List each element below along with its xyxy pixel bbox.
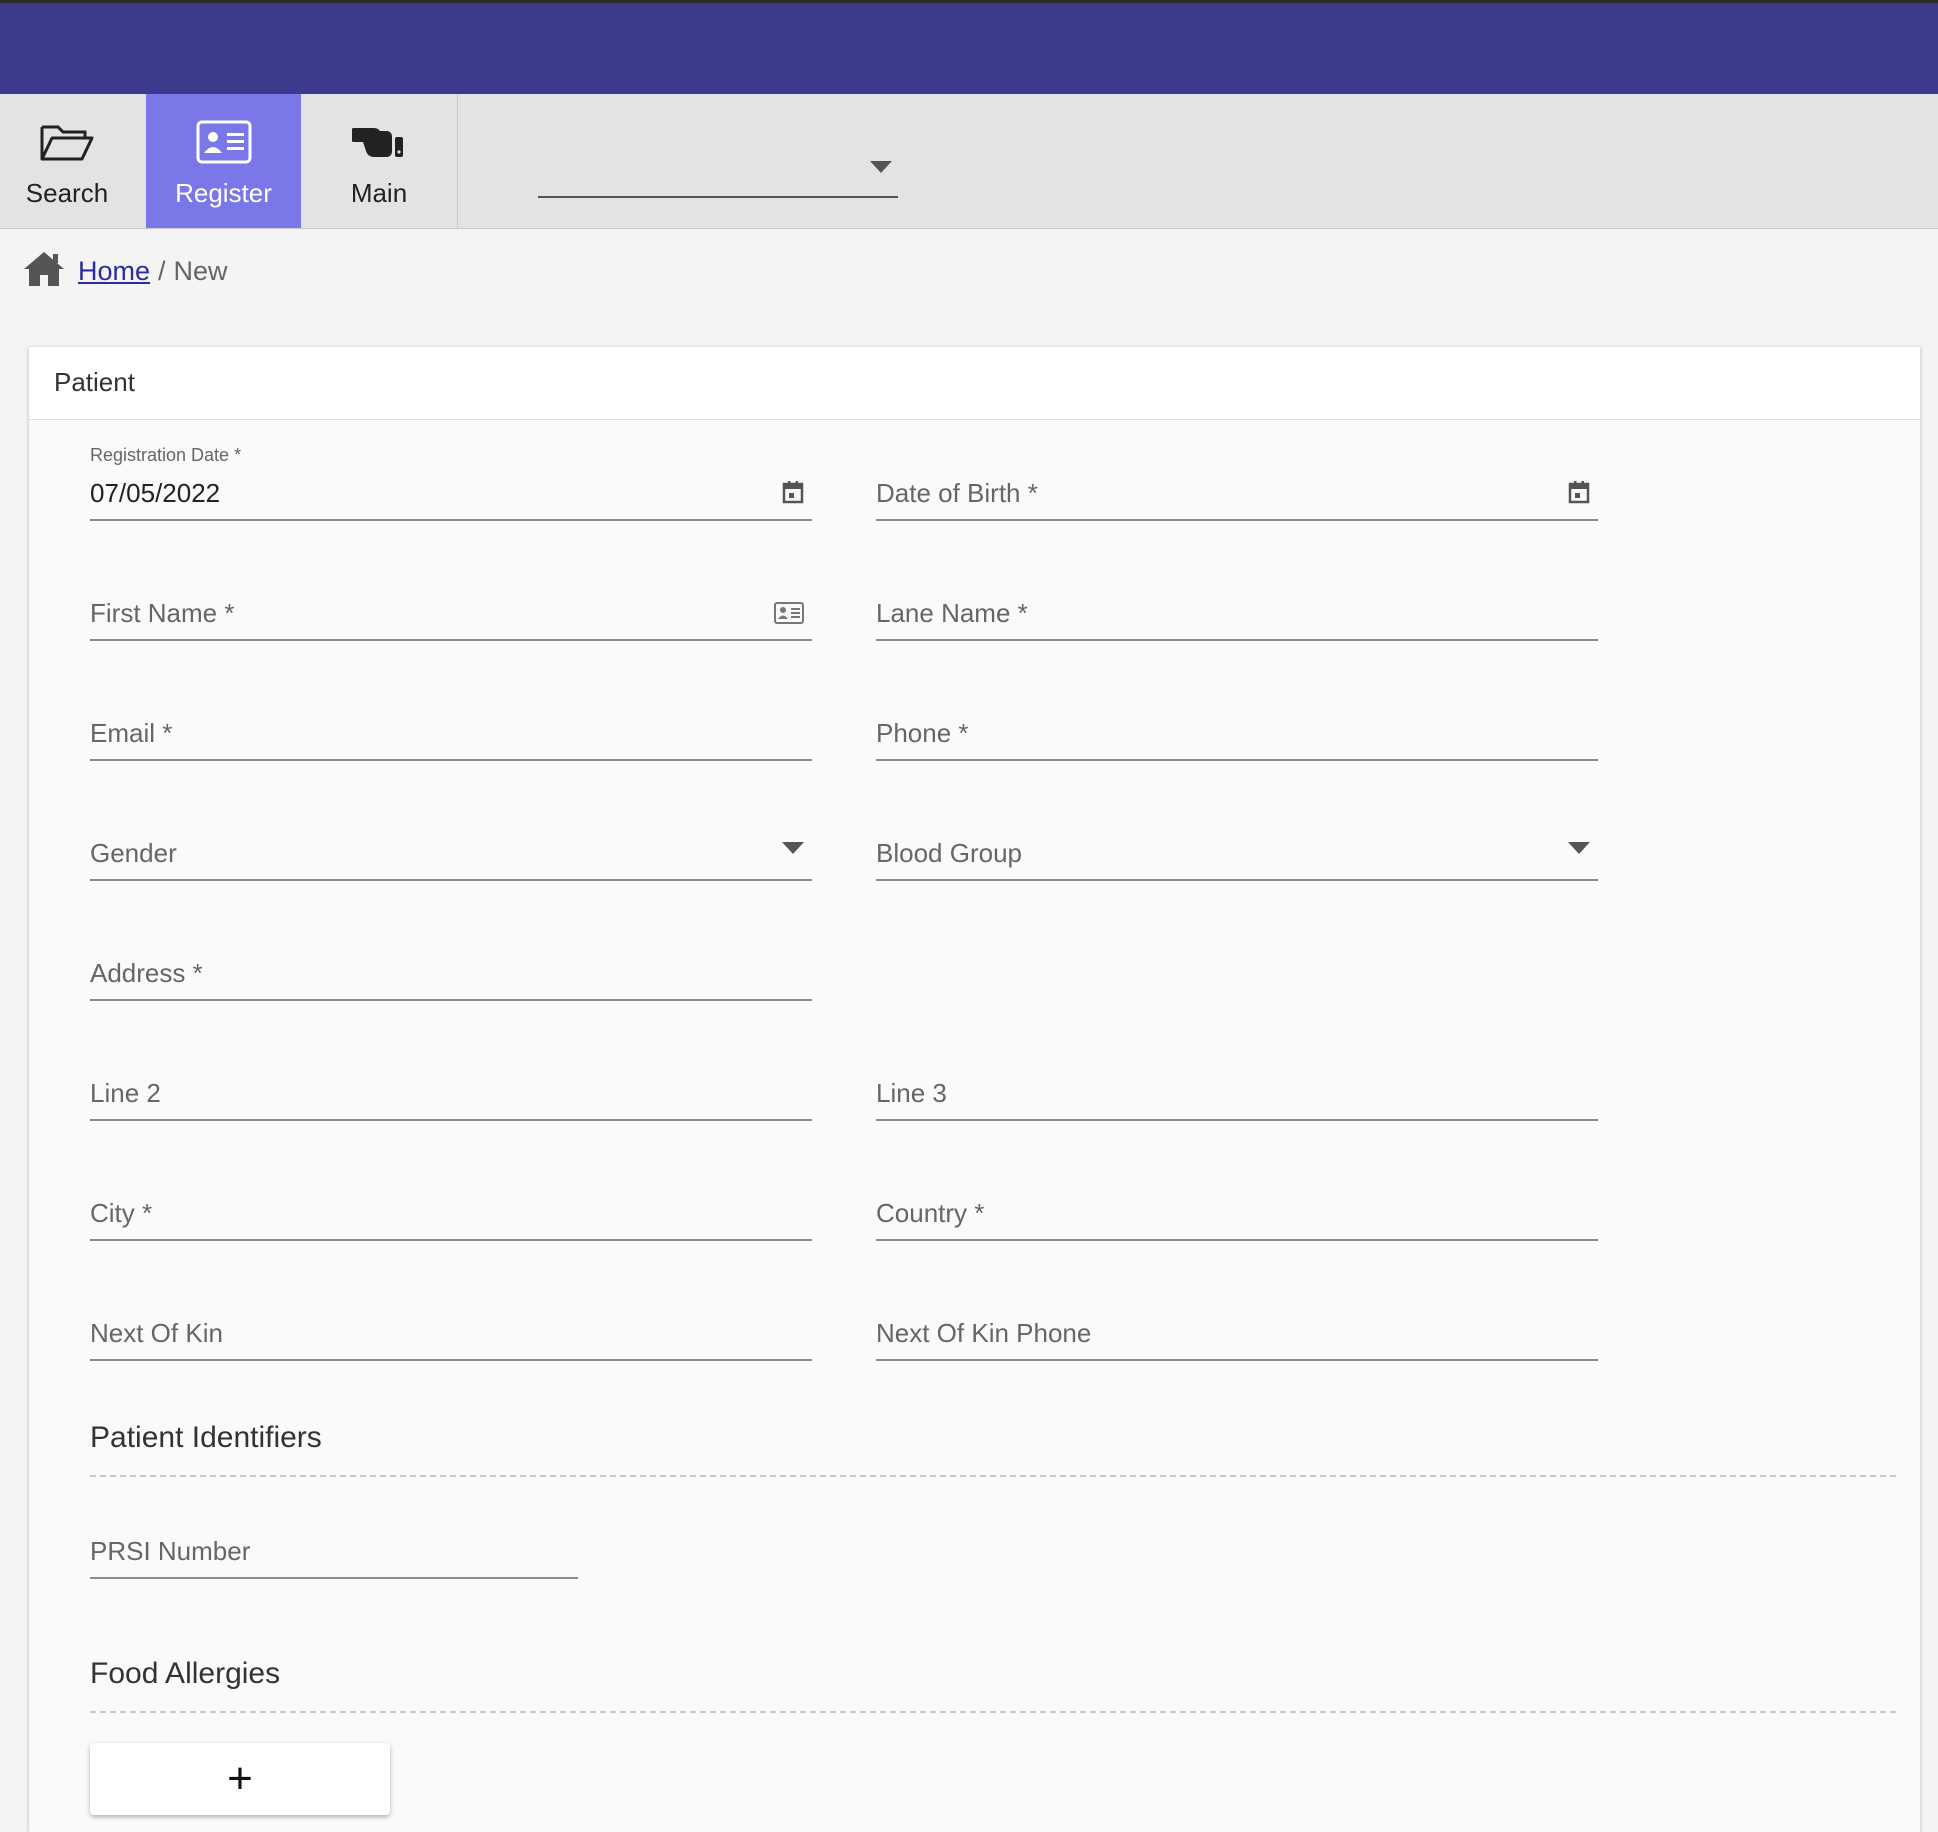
contact-card-icon xyxy=(774,602,804,629)
folder-open-icon xyxy=(39,120,95,164)
city-input[interactable]: City * xyxy=(90,1185,812,1241)
toolbar-select[interactable] xyxy=(538,150,898,198)
line3-input[interactable]: Line 3 xyxy=(876,1065,1598,1121)
toolbar-divider xyxy=(457,94,458,228)
blood-group-select[interactable]: Blood Group xyxy=(876,825,1598,881)
home-icon[interactable] xyxy=(22,250,66,293)
email-input[interactable]: Email * xyxy=(90,705,812,761)
next-of-kin-phone-input[interactable]: Next Of Kin Phone xyxy=(876,1305,1598,1361)
breadcrumb-home-link[interactable]: Home xyxy=(78,256,150,287)
lane-name-input[interactable]: Lane Name * xyxy=(876,585,1598,641)
card-header: Patient xyxy=(29,347,1920,420)
add-food-allergy-button[interactable]: + xyxy=(90,1743,390,1815)
country-input[interactable]: Country * xyxy=(876,1185,1598,1241)
plus-icon: + xyxy=(227,1754,253,1803)
registration-date-label: Registration Date * xyxy=(90,445,242,465)
section-divider xyxy=(90,1475,1896,1477)
registration-date-value: 07/05/2022 xyxy=(90,478,221,508)
section-divider xyxy=(90,1711,1896,1713)
line3-label: Line 3 xyxy=(876,1078,947,1108)
address-label: Address * xyxy=(90,958,203,988)
register-button[interactable]: Register xyxy=(146,94,301,228)
breadcrumb-current: New xyxy=(173,255,228,286)
registration-date-input[interactable]: 07/05/2022 xyxy=(90,465,812,521)
phone-label: Phone * xyxy=(876,718,969,748)
prsi-number-label: PRSI Number xyxy=(90,1536,251,1566)
patient-card: Patient Registration Date * 07/05/2022 D… xyxy=(29,347,1920,1832)
search-button[interactable]: Search xyxy=(0,94,134,228)
food-allergies-title: Food Allergies xyxy=(90,1657,281,1690)
next-of-kin-phone-label: Next Of Kin Phone xyxy=(876,1318,1092,1348)
line2-input[interactable]: Line 2 xyxy=(90,1065,812,1121)
country-label: Country * xyxy=(876,1198,985,1228)
city-label: City * xyxy=(90,1198,153,1228)
app-header-bar xyxy=(0,0,1938,94)
gender-select[interactable]: Gender xyxy=(90,825,812,881)
lane-name-label: Lane Name * xyxy=(876,598,1028,628)
pointing-hand-icon xyxy=(352,120,406,164)
calendar-icon[interactable] xyxy=(782,480,804,509)
phone-input[interactable]: Phone * xyxy=(876,705,1598,761)
main-button-label: Main xyxy=(350,178,408,208)
date-of-birth-input[interactable]: Date of Birth * xyxy=(876,465,1598,521)
id-card-icon xyxy=(196,120,252,164)
next-of-kin-label: Next Of Kin xyxy=(90,1318,223,1348)
search-button-label: Search xyxy=(25,178,109,208)
address-input[interactable]: Address * xyxy=(90,945,812,1001)
main-button[interactable]: Main xyxy=(301,94,457,228)
breadcrumb-separator: / xyxy=(158,255,166,286)
caret-down-icon xyxy=(782,841,804,859)
line2-label: Line 2 xyxy=(90,1078,161,1108)
caret-down-icon xyxy=(870,160,892,178)
first-name-input[interactable]: First Name * xyxy=(90,585,812,641)
prsi-number-input[interactable]: PRSI Number xyxy=(90,1523,578,1579)
next-of-kin-input[interactable]: Next Of Kin xyxy=(90,1305,812,1361)
calendar-icon[interactable] xyxy=(1568,480,1590,509)
toolbar: Search Register Main xyxy=(0,94,1938,229)
email-label: Email * xyxy=(90,718,173,748)
card-title: Patient xyxy=(54,367,135,397)
patient-identifiers-title: Patient Identifiers xyxy=(90,1421,322,1454)
first-name-label: First Name * xyxy=(90,598,235,628)
register-button-label: Register xyxy=(175,178,272,208)
gender-label: Gender xyxy=(90,838,177,868)
caret-down-icon xyxy=(1568,841,1590,859)
blood-group-label: Blood Group xyxy=(876,838,1022,868)
date-of-birth-label: Date of Birth * xyxy=(876,478,1038,508)
breadcrumb: Home / New xyxy=(0,229,1938,313)
